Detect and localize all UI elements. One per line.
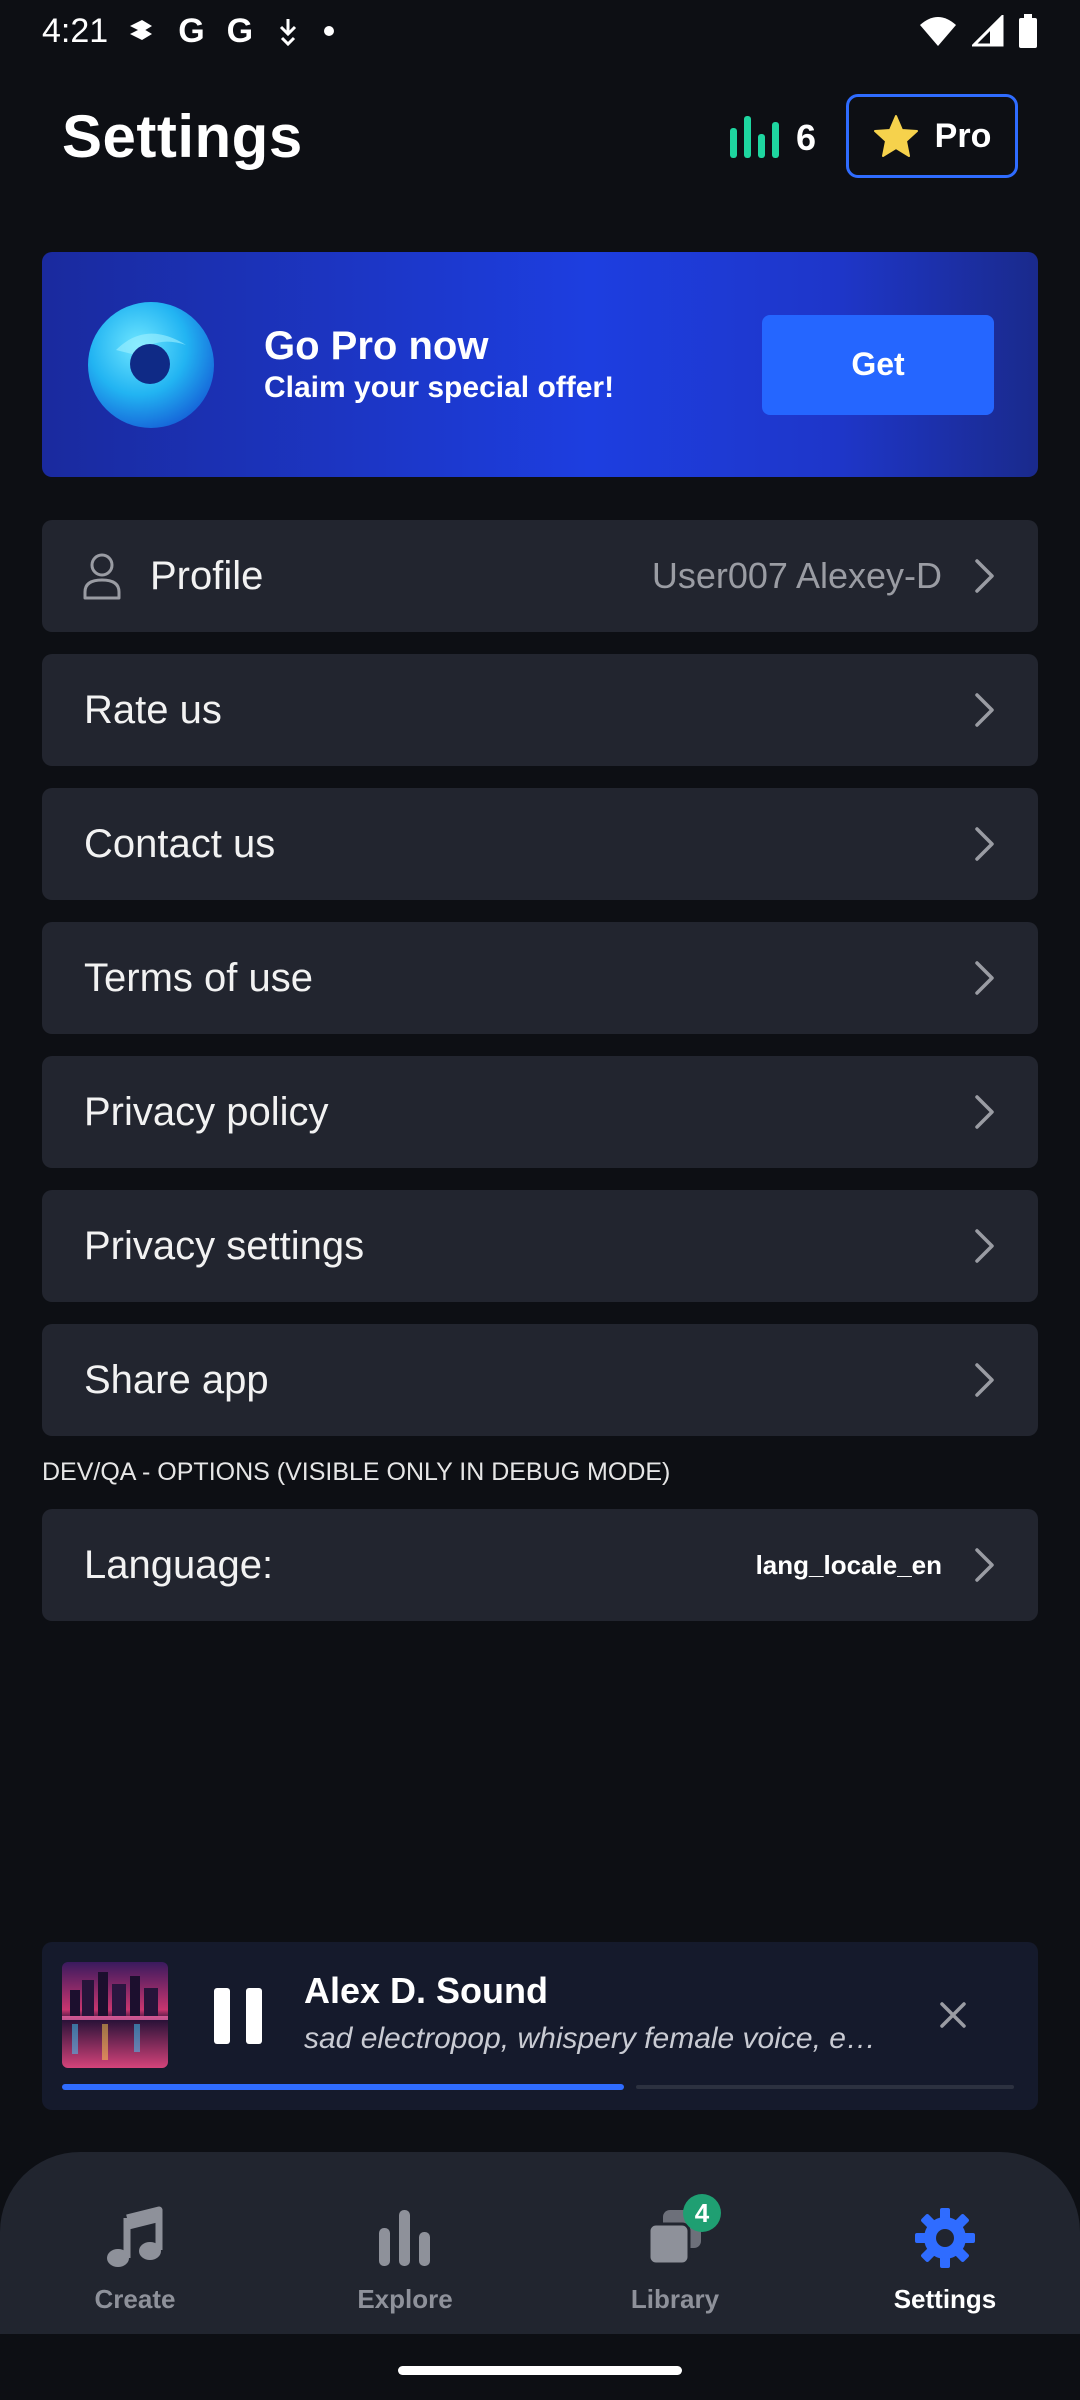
language-value: lang_locale_en — [755, 1549, 942, 1580]
chevron-right-icon — [975, 1363, 994, 1397]
bottom-navigation: Create Explore 4 Library Settings — [0, 2152, 1080, 2334]
star-icon — [873, 115, 918, 157]
terms-of-use-row[interactable]: Terms of use — [42, 922, 1038, 1034]
language-row[interactable]: Language: lang_locale_en — [42, 1509, 1038, 1621]
promo-subtitle: Claim your special offer! — [264, 370, 615, 404]
close-icon[interactable] — [938, 2000, 968, 2030]
chevron-right-icon — [975, 1548, 994, 1582]
chevron-right-icon — [975, 961, 994, 995]
nav-create-label: Create — [94, 2284, 176, 2314]
signal-icon — [972, 15, 1004, 47]
nav-settings-label: Settings — [893, 2284, 997, 2314]
google-icon: G — [178, 11, 205, 50]
terms-of-use-label: Terms of use — [84, 955, 313, 1000]
nav-library[interactable]: 4 Library — [540, 2152, 810, 2334]
wifi-icon — [920, 17, 956, 46]
person-icon — [83, 553, 121, 600]
nav-settings[interactable]: Settings — [810, 2152, 1080, 2334]
download-icon — [280, 19, 297, 46]
track-cover-art[interactable] — [62, 1962, 168, 2068]
chevron-right-icon — [975, 559, 994, 593]
progress-played — [62, 2084, 624, 2090]
privacy-settings-row[interactable]: Privacy settings — [42, 1190, 1038, 1302]
chevron-right-icon — [975, 827, 994, 861]
app-notification-icon — [130, 20, 153, 40]
pro-button-label: Pro — [934, 116, 992, 155]
page-title: Settings — [62, 102, 303, 170]
privacy-settings-label: Privacy settings — [84, 1223, 365, 1268]
nav-library-label: Library — [630, 2284, 720, 2314]
bars-icon — [379, 2210, 430, 2266]
language-label: Language: — [84, 1542, 274, 1587]
equalizer-icon — [729, 116, 779, 158]
get-button[interactable]: Get — [762, 314, 994, 415]
share-app-row[interactable]: Share app — [42, 1324, 1038, 1436]
track-title: Alex D. Sound — [304, 1970, 549, 2011]
pause-icon[interactable] — [212, 1986, 264, 2046]
credits-counter[interactable]: 6 — [728, 114, 816, 158]
status-time: 4:21 — [42, 11, 109, 50]
nav-create[interactable]: Create — [0, 2152, 270, 2334]
cover-art-image — [62, 1962, 168, 2068]
home-indicator[interactable] — [398, 2366, 682, 2375]
library-badge: 4 — [683, 2194, 721, 2232]
debug-section-label: DEV/QA - OPTIONS (VISIBLE ONLY IN DEBUG … — [42, 1458, 671, 1486]
battery-icon — [1019, 14, 1037, 48]
credits-value: 6 — [795, 117, 816, 158]
promo-title: Go Pro now — [264, 323, 489, 368]
profile-username: User007 Alexey-D — [651, 555, 942, 596]
go-pro-banner[interactable]: Go Pro now Claim your special offer! Get — [42, 252, 1038, 477]
share-app-label: Share app — [84, 1357, 269, 1402]
privacy-policy-row[interactable]: Privacy policy — [42, 1056, 1038, 1168]
rate-us-label: Rate us — [84, 687, 222, 732]
nav-explore-label: Explore — [357, 2284, 453, 2314]
pro-button[interactable]: Pro — [846, 94, 1018, 178]
progress-remaining — [636, 2085, 1014, 2089]
chevron-right-icon — [975, 1229, 994, 1263]
rate-us-row[interactable]: Rate us — [42, 654, 1038, 766]
profile-label: Profile — [150, 553, 264, 598]
status-bar: 4:21 G G — [0, 0, 1080, 62]
mini-player[interactable]: Alex D. Sound sad electropop, whispery f… — [42, 1942, 1038, 2110]
chevron-right-icon — [975, 1095, 994, 1129]
header: Settings 6 Pro — [0, 90, 1080, 182]
dot-icon — [324, 26, 335, 36]
google-icon: G — [226, 11, 254, 50]
track-description: sad electropop, whispery female voice, e… — [304, 2022, 884, 2055]
profile-row[interactable]: Profile User007 Alexey-D — [42, 520, 1038, 632]
notification-icons: G G — [126, 12, 335, 51]
app-logo-icon — [88, 301, 214, 428]
nav-explore[interactable]: Explore — [270, 2152, 540, 2334]
privacy-policy-label: Privacy policy — [84, 1089, 329, 1134]
chevron-right-icon — [975, 693, 994, 727]
music-note-icon — [107, 2206, 163, 2267]
contact-us-label: Contact us — [84, 821, 276, 866]
gear-icon — [915, 2208, 975, 2268]
contact-us-row[interactable]: Contact us — [42, 788, 1038, 900]
playback-progress-bar[interactable] — [62, 2084, 1014, 2090]
